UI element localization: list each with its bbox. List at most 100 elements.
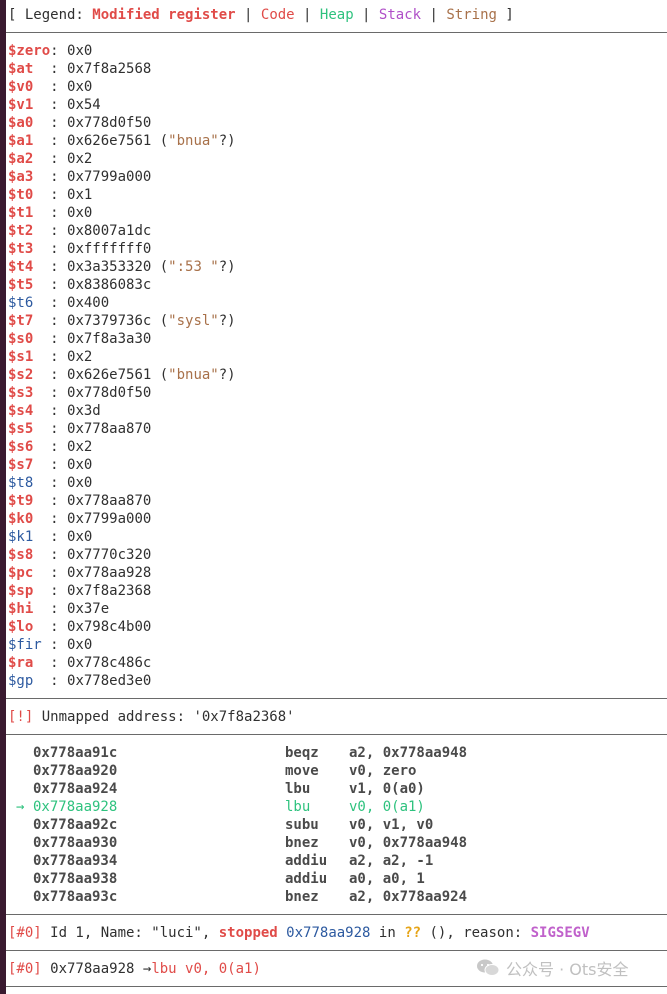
register-name: $t3: [8, 241, 34, 257]
legend-heap: Heap: [319, 7, 354, 23]
register-row: $zero: 0x0: [8, 42, 92, 60]
register-value: : 0x778d0f50: [33, 115, 152, 131]
instruction-row: 0x778aa91c beqz a2, 0x778aa948: [6, 744, 667, 762]
register-value: : 0x0: [33, 457, 93, 473]
register-row: $s4 : 0x3d: [8, 402, 101, 420]
register-value: : 0x778d0f50: [33, 385, 152, 401]
divider: [6, 950, 667, 951]
trace-address: 0x778aa928: [41, 961, 143, 977]
register-name: $t5: [8, 277, 34, 293]
instruction-address: 0x778aa92c: [33, 817, 118, 833]
register-row: $s8 : 0x7770c320: [8, 546, 151, 564]
register-name: $s2: [8, 367, 34, 383]
legend-string: String: [446, 7, 497, 23]
register-name: $sp: [8, 583, 34, 599]
register-row: $t2 : 0x8007a1dc: [8, 222, 151, 240]
register-row: $t8 : 0x0: [8, 474, 92, 492]
instruction-operands: v1, 0(a0): [349, 781, 425, 797]
register-value: : 0x400: [33, 295, 110, 311]
instruction-operands: v0, v1, v0: [349, 817, 434, 833]
thread-in: in: [370, 925, 405, 941]
register-string: "sysl": [168, 313, 219, 329]
register-value: : 0x1: [33, 187, 93, 203]
instruction-row: 0x778aa938 addiu a0, a0, 1: [6, 870, 667, 888]
register-name: $s5: [8, 421, 34, 437]
thread-status: [#0] Id 1, Name: "luci", stopped 0x778aa…: [8, 924, 590, 942]
register-row: $sp : 0x7f8a2368: [8, 582, 151, 600]
instruction-operands: a0, a0, 1: [349, 871, 425, 887]
instruction-mnemonic: beqz: [285, 745, 319, 761]
register-name: $k0: [8, 511, 34, 527]
register-value: : 0x7799a000: [33, 511, 152, 527]
register-row: $fir : 0x0: [8, 636, 92, 654]
legend-sep: |: [353, 7, 379, 23]
instruction-operands: v0, 0x778aa948: [349, 835, 468, 851]
register-name: $t9: [8, 493, 34, 509]
register-row: $t3 : 0xfffffff0: [8, 240, 151, 258]
legend-suffix: ]: [496, 7, 514, 23]
register-value: : 0x7f8a2368: [33, 583, 152, 599]
watermark: 公众号 · Ots安全: [476, 954, 666, 982]
register-name: $t2: [8, 223, 34, 239]
register-value: : 0x626e7561 (: [33, 367, 169, 383]
terminal[interactable]: [ Legend: Modified register | Code | Hea…: [6, 0, 667, 994]
register-name: $s7: [8, 457, 34, 473]
register-string-suffix: ?): [218, 259, 236, 275]
register-value: : 0x3a353320 (: [33, 259, 169, 275]
legend-modified: Modified register: [92, 7, 236, 23]
instruction-row: 0x778aa930 bnez v0, 0x778aa948: [6, 834, 667, 852]
legend-code: Code: [260, 7, 295, 23]
register-row: $t9 : 0x778aa870: [8, 492, 151, 510]
instruction-operands: a2, 0x778aa924: [349, 889, 468, 905]
register-name: $t8: [8, 475, 34, 491]
register-value: : 0x7770c320: [33, 547, 152, 563]
instruction-address: 0x778aa93c: [33, 889, 118, 905]
register-value: : 0x8386083c: [33, 277, 152, 293]
instruction-row: 0x778aa920 move v0, zero: [6, 762, 667, 780]
register-value: : 0x0: [50, 43, 93, 59]
warning-tag: [!]: [8, 709, 34, 725]
register-row: $a3 : 0x7799a000: [8, 168, 151, 186]
divider: [6, 734, 667, 735]
register-name: $s0: [8, 331, 34, 347]
register-value: : 0x2: [33, 439, 93, 455]
register-row: $a2 : 0x2: [8, 150, 92, 168]
instruction-row: 0x778aa92c subu v0, v1, v0: [6, 816, 667, 834]
legend-stack: Stack: [378, 7, 422, 23]
register-name: $k1: [8, 529, 34, 545]
warning-text: Unmapped address: '0x7f8a2368': [33, 709, 295, 725]
legend-sep: |: [235, 7, 261, 23]
divider: [6, 698, 667, 699]
register-row: $t7 : 0x7379736c ("sysl"?): [8, 312, 236, 330]
register-value: : 0x0: [33, 79, 93, 95]
thread-reason: SIGSEGV: [530, 925, 590, 941]
register-value: : 0x778c486c: [33, 655, 152, 671]
register-value: : 0x0: [41, 637, 93, 653]
register-value: : 0x778aa870: [33, 421, 152, 437]
register-row: $t6 : 0x400: [8, 294, 109, 312]
thread-info: Id 1, Name: "luci",: [41, 925, 219, 941]
instruction-mnemonic: addiu: [285, 853, 328, 869]
thread-tag: [#0]: [8, 925, 42, 941]
register-row: $v1 : 0x54: [8, 96, 101, 114]
register-row: $a1 : 0x626e7561 ("bnua"?): [8, 132, 236, 150]
register-row: $k1 : 0x0: [8, 528, 92, 546]
register-string: ":53 ": [168, 259, 219, 275]
register-row: $s7 : 0x0: [8, 456, 92, 474]
register-row: $s0 : 0x7f8a3a30: [8, 330, 151, 348]
register-value: : 0x0: [33, 475, 93, 491]
instruction-address: 0x778aa928: [33, 799, 118, 815]
register-name: $s8: [8, 547, 34, 563]
register-value: : 0x626e7561 (: [33, 133, 169, 149]
register-string-suffix: ?): [218, 367, 236, 383]
register-value: : 0x3d: [33, 403, 101, 419]
instruction-row: 0x778aa93c bnez a2, 0x778aa924: [6, 888, 667, 906]
register-row: $ra : 0x778c486c: [8, 654, 151, 672]
register-row: $t1 : 0x0: [8, 204, 92, 222]
register-value: : 0x778aa870: [33, 493, 152, 509]
register-name: $a2: [8, 151, 34, 167]
register-row: $s1 : 0x2: [8, 348, 92, 366]
register-name: $s3: [8, 385, 34, 401]
register-name: $gp: [8, 673, 34, 689]
instruction-address: 0x778aa91c: [33, 745, 118, 761]
